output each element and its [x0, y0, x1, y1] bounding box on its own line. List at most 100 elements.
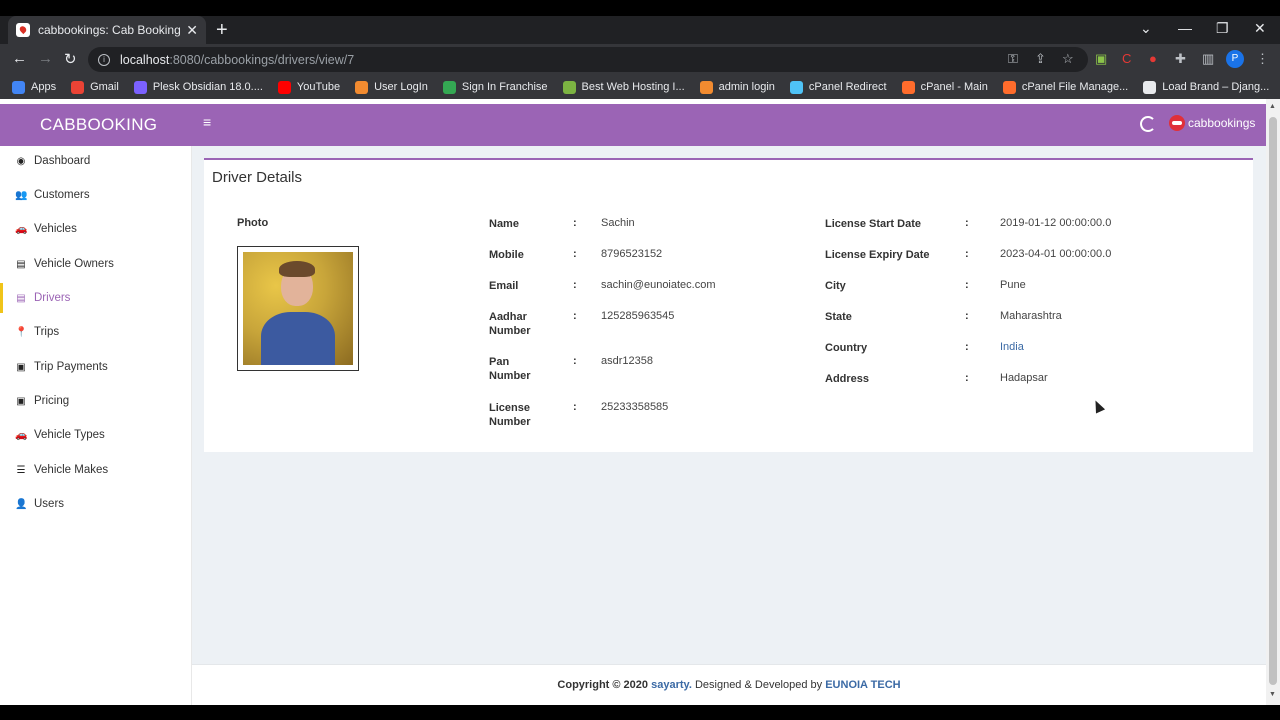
- bookmark-label: Apps: [31, 81, 57, 93]
- sidebar-item-label: Users: [34, 498, 65, 510]
- new-tab-icon[interactable]: +: [216, 19, 228, 42]
- list-icon: ☰: [16, 464, 26, 476]
- bookmark-favicon-icon: [355, 80, 369, 94]
- app-logo: cabbookings: [1169, 115, 1255, 131]
- detail-value: Hadapsar: [1000, 372, 1048, 384]
- footer-brand-link[interactable]: sayarty.: [651, 679, 692, 691]
- photo-label: Photo: [237, 217, 269, 229]
- sidebar-item-vehicle-owners[interactable]: ▤ Vehicle Owners: [0, 249, 192, 279]
- detail-label: Aadhar Number: [489, 311, 531, 337]
- bookmark-label: cPanel Redirect: [808, 81, 887, 93]
- driver-photo: [243, 252, 353, 365]
- sidebar-item-trips[interactable]: 📍 Trips: [0, 317, 192, 347]
- bookmark-item[interactable]: Plesk Obsidian 18.0....: [133, 80, 263, 94]
- scrollbar-thumb[interactable]: [1269, 117, 1277, 685]
- bookmark-item[interactable]: Load Brand – Djang...: [1143, 80, 1269, 94]
- extension-icon[interactable]: ▣: [1095, 51, 1107, 67]
- scroll-down-icon[interactable]: ▼: [1269, 691, 1276, 698]
- bookmark-item[interactable]: Apps: [12, 80, 57, 94]
- photo-body-shape: [261, 312, 335, 365]
- browser-toolbar: ← → ↻ i localhost:8080/cabbookings/drive…: [0, 44, 1280, 75]
- bookmark-item[interactable]: YouTube: [277, 80, 340, 94]
- bookmark-favicon-icon: [1002, 80, 1016, 94]
- sidebar-item-label: Vehicles: [34, 223, 77, 235]
- menu-toggle-icon[interactable]: ≡: [203, 114, 211, 130]
- detail-value: 25233358585: [601, 401, 669, 413]
- bookmark-favicon-icon: [789, 80, 803, 94]
- browser-tab-bar: cabbookings: Cab Booking and R ✕ + ⌄ — ❐…: [0, 16, 1280, 44]
- browser-menu-icon[interactable]: ⋮: [1256, 51, 1269, 67]
- detail-value: 2023-04-01 00:00:00.0: [1000, 248, 1112, 260]
- minimize-icon[interactable]: —: [1178, 20, 1192, 36]
- detail-label: Name: [489, 218, 519, 230]
- detail-value: 2019-01-12 00:00:00.0: [1000, 217, 1112, 229]
- sidebar-item-drivers[interactable]: ▤ Drivers: [0, 283, 192, 313]
- bookmark-item[interactable]: User LogIn: [355, 80, 428, 94]
- key-icon[interactable]: ⚿: [1008, 51, 1018, 67]
- share-icon[interactable]: ⇪: [1035, 51, 1046, 67]
- address-bar[interactable]: i localhost:8080/cabbookings/drivers/vie…: [88, 47, 1088, 72]
- bookmark-item[interactable]: Best Web Hosting I...: [562, 80, 685, 94]
- sidebar-item-users[interactable]: 👤 Users: [0, 489, 192, 519]
- tab-search-chevron-icon[interactable]: ⌄: [1140, 20, 1152, 37]
- bookmark-favicon-icon: [562, 80, 576, 94]
- sidebar-nav: ◉ Dashboard 👥 Customers 🚗 Vehicles ▤ Vehicle Ow…: [0, 146, 192, 705]
- extension-icon[interactable]: C: [1122, 51, 1131, 66]
- detail-separator: :: [965, 248, 969, 260]
- bookmark-label: cPanel - Main: [920, 81, 988, 93]
- reload-icon[interactable]: ↻: [64, 50, 77, 68]
- page-scrollbar[interactable]: ▲ ▼: [1266, 99, 1280, 705]
- app-header: CABBOOKING ≡ cabbookings: [0, 104, 1266, 146]
- detail-label: Email: [489, 280, 519, 292]
- sidebar-item-vehicle-types[interactable]: 🚗 Vehicle Types: [0, 420, 192, 450]
- detail-value: Sachin: [601, 217, 635, 229]
- back-icon[interactable]: ←: [12, 50, 27, 67]
- sidebar-item-vehicle-makes[interactable]: ☰ Vehicle Makes: [0, 455, 192, 485]
- sidebar-item-trip-payments[interactable]: ▣ Trip Payments: [0, 352, 192, 382]
- money-icon: ▣: [16, 361, 26, 373]
- url-path: :8080/cabbookings/drivers/view/7: [169, 52, 355, 67]
- bookmark-favicon-icon: [133, 80, 147, 94]
- detail-value: asdr12358: [601, 355, 653, 367]
- detail-label: Mobile: [489, 249, 524, 261]
- sidebar-item-label: Dashboard: [34, 155, 91, 167]
- logo-text: cabbookings: [1188, 116, 1256, 130]
- loading-spinner-icon: [1140, 116, 1156, 132]
- bookmark-favicon-icon: [277, 80, 291, 94]
- side-panel-icon[interactable]: ▥: [1202, 51, 1214, 67]
- browser-tab[interactable]: cabbookings: Cab Booking and R ✕: [8, 16, 206, 44]
- restore-icon[interactable]: ❐: [1216, 20, 1229, 37]
- bookmark-item[interactable]: Sign In Franchise: [442, 80, 548, 94]
- sidebar-item-customers[interactable]: 👥 Customers: [0, 180, 192, 210]
- sidebar-item-vehicles[interactable]: 🚗 Vehicles: [0, 214, 192, 244]
- detail-value: Maharashtra: [1000, 310, 1062, 322]
- scroll-up-icon[interactable]: ▲: [1269, 103, 1276, 110]
- id-card-icon: ▤: [16, 292, 26, 304]
- footer-company-link[interactable]: EUNOIA TECH: [825, 679, 900, 691]
- bookmark-item[interactable]: cPanel Redirect: [789, 80, 887, 94]
- car-icon: 🚗: [15, 429, 28, 441]
- close-window-icon[interactable]: ✕: [1254, 20, 1266, 37]
- sidebar-item-label: Vehicle Types: [34, 429, 105, 441]
- bookmark-favicon-icon: [1143, 80, 1157, 94]
- profile-avatar[interactable]: P: [1226, 50, 1244, 68]
- bookmark-label: Sign In Franchise: [461, 81, 548, 93]
- bookmark-item[interactable]: cPanel File Manage...: [1002, 80, 1128, 94]
- sidebar-item-dashboard[interactable]: ◉ Dashboard: [0, 146, 192, 176]
- sidebar-item-label: Vehicle Makes: [34, 464, 109, 476]
- site-info-icon[interactable]: i: [98, 53, 110, 66]
- detail-label: License Start Date: [825, 218, 921, 230]
- detail-separator: :: [965, 279, 969, 291]
- bookmark-item[interactable]: cPanel - Main: [901, 80, 988, 94]
- forward-icon[interactable]: →: [38, 50, 53, 67]
- bookmark-item[interactable]: admin login: [699, 80, 775, 94]
- extensions-puzzle-icon[interactable]: ✚: [1175, 51, 1186, 67]
- tab-close-icon[interactable]: ✕: [186, 22, 198, 39]
- sidebar-item-pricing[interactable]: ▣ Pricing: [0, 386, 192, 416]
- dashboard-icon: ◉: [16, 155, 26, 167]
- bookmark-item[interactable]: Gmail: [71, 80, 119, 94]
- detail-separator: :: [573, 310, 577, 322]
- brand-title[interactable]: CABBOOKING: [40, 115, 157, 135]
- bookmark-star-icon[interactable]: ☆: [1062, 51, 1074, 67]
- extension-icon[interactable]: ●: [1149, 51, 1157, 66]
